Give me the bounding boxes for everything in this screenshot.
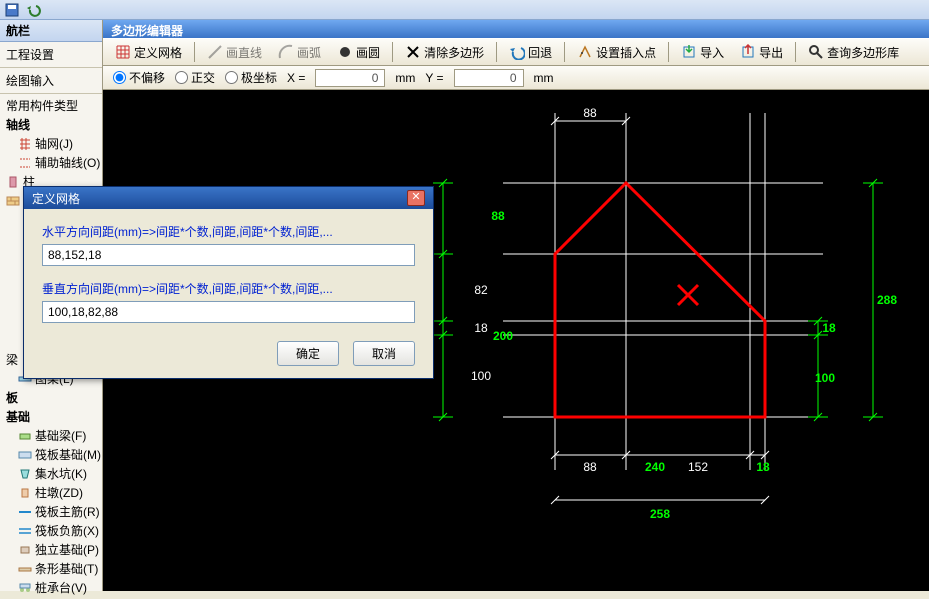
- pile-icon: [18, 582, 32, 594]
- tree-item-found-beam[interactable]: 基础梁(F): [4, 426, 102, 445]
- define-grid-button[interactable]: 定义网格: [109, 41, 188, 64]
- draw-circle-button[interactable]: 画圆: [331, 41, 386, 64]
- tree-item-raft[interactable]: 筏板基础(M): [4, 445, 102, 464]
- draw-arc-button[interactable]: 画弧: [272, 41, 327, 64]
- tree-item-raft-neg[interactable]: 筏板负筋(X): [4, 521, 102, 540]
- svg-text:18: 18: [474, 321, 488, 335]
- raft-icon: [18, 449, 32, 461]
- wall-icon: [6, 195, 20, 207]
- aux-axis-icon: [18, 157, 32, 169]
- axis-icon: [18, 138, 32, 150]
- ok-button[interactable]: 确定: [277, 341, 339, 366]
- circle-icon: [337, 44, 353, 60]
- export-icon: [740, 44, 756, 60]
- set-insert-button[interactable]: 设置插入点: [571, 41, 662, 64]
- nav-header: 航栏: [0, 20, 102, 42]
- no-offset-radio[interactable]: 不偏移: [113, 69, 165, 86]
- app-topbar: [0, 0, 929, 20]
- close-icon[interactable]: ✕: [407, 190, 425, 206]
- tree-item-slab[interactable]: 板: [4, 388, 102, 407]
- undo-icon[interactable]: [26, 2, 42, 18]
- tree-item-strip-found[interactable]: 条形基础(T): [4, 559, 102, 578]
- svg-text:258: 258: [650, 507, 670, 521]
- export-button[interactable]: 导出: [734, 41, 789, 64]
- svg-text:18: 18: [756, 460, 770, 474]
- f-icon: [18, 430, 32, 442]
- ortho-radio[interactable]: 正交: [175, 69, 215, 86]
- tree-item-foundation[interactable]: 基础: [4, 407, 102, 426]
- query-lib-button[interactable]: 查询多边形库: [802, 41, 905, 64]
- y-value[interactable]: 0: [454, 69, 524, 87]
- tree-item-raft-main[interactable]: 筏板主筋(R): [4, 502, 102, 521]
- svg-text:288: 288: [877, 293, 897, 307]
- coord-toolbar: 不偏移 正交 极坐标 X = 0 mm Y = 0 mm: [103, 66, 929, 90]
- svg-text:88: 88: [491, 209, 505, 223]
- x-value[interactable]: 0: [315, 69, 385, 87]
- polar-radio[interactable]: 极坐标: [225, 69, 277, 86]
- insert-point-marker: [678, 285, 698, 305]
- svg-text:240: 240: [645, 460, 665, 474]
- svg-text:18: 18: [822, 321, 836, 335]
- nav-section-draw[interactable]: 绘图输入: [0, 68, 102, 94]
- grid-icon: [115, 44, 131, 60]
- tree-item-iso-found[interactable]: 独立基础(P): [4, 540, 102, 559]
- tree-item-pile-cap[interactable]: 桩承台(V): [4, 578, 102, 597]
- search-icon: [808, 44, 824, 60]
- draw-line-button[interactable]: 画直线: [201, 41, 268, 64]
- define-grid-dialog: 定义网格 ✕ 水平方向间距(mm)=>间距*个数,间距,间距*个数,间距,...…: [23, 186, 434, 379]
- pier-icon: [18, 487, 32, 499]
- v-spacing-label: 垂直方向间距(mm)=>间距*个数,间距,间距*个数,间距,...: [42, 280, 415, 297]
- x-label: X =: [287, 71, 305, 85]
- arc-icon: [278, 44, 294, 60]
- svg-text:200: 200: [493, 329, 513, 343]
- cancel-button[interactable]: 取消: [353, 341, 415, 366]
- import-button[interactable]: 导入: [675, 41, 730, 64]
- column-icon: [6, 176, 20, 188]
- dialog-titlebar[interactable]: 定义网格 ✕: [24, 187, 433, 209]
- polygon-shape: [555, 183, 765, 417]
- sump-icon: [18, 468, 32, 480]
- import-icon: [681, 44, 697, 60]
- y-label: Y =: [425, 71, 443, 85]
- h-spacing-input[interactable]: [42, 244, 415, 266]
- clear-icon: [405, 44, 421, 60]
- insert-icon: [577, 44, 593, 60]
- x-unit: mm: [395, 71, 415, 85]
- tree-group-common[interactable]: 常用构件类型: [4, 96, 102, 115]
- svg-text:82: 82: [474, 283, 488, 297]
- iso-icon: [18, 544, 32, 556]
- rebar-icon: [18, 506, 32, 518]
- tree-item-pier[interactable]: 柱墩(ZD): [4, 483, 102, 502]
- strip-icon: [18, 563, 32, 575]
- svg-text:100: 100: [815, 371, 835, 385]
- y-unit: mm: [534, 71, 554, 85]
- svg-text:88: 88: [583, 106, 597, 120]
- save-icon[interactable]: [4, 2, 20, 18]
- editor-title: 多边形编辑器: [103, 20, 929, 38]
- svg-text:88: 88: [583, 460, 597, 474]
- svg-text:100: 100: [471, 369, 491, 383]
- nav-section-project[interactable]: 工程设置: [0, 42, 102, 68]
- undo-button[interactable]: 回退: [503, 41, 558, 64]
- h-spacing-label: 水平方向间距(mm)=>间距*个数,间距,间距*个数,间距,...: [42, 223, 415, 240]
- tree-item-axis-net[interactable]: 轴网(J): [4, 134, 102, 153]
- dialog-title: 定义网格: [32, 190, 80, 207]
- rebar2-icon: [18, 525, 32, 537]
- undo-icon: [509, 44, 525, 60]
- v-spacing-input[interactable]: [42, 301, 415, 323]
- tree-group-axis[interactable]: 轴线: [4, 115, 102, 134]
- line-icon: [207, 44, 223, 60]
- tree-item-sump[interactable]: 集水坑(K): [4, 464, 102, 483]
- clear-polygon-button[interactable]: 清除多边形: [399, 41, 490, 64]
- tree-item-aux-axis[interactable]: 辅助轴线(O): [4, 153, 102, 172]
- editor-toolbar: 定义网格 画直线 画弧 画圆 清除多边形 回退 设置插入点 导入 导出 查询多边…: [103, 38, 929, 66]
- svg-text:152: 152: [688, 460, 708, 474]
